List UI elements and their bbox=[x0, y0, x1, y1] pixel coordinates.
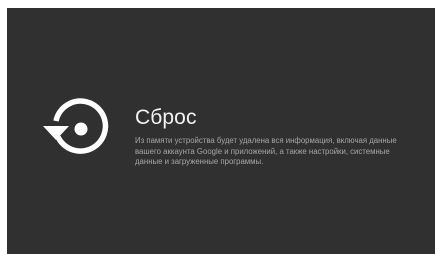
restore-icon bbox=[43, 98, 109, 154]
page-title: Сброс bbox=[135, 106, 197, 129]
description-line: вашего аккаунта Google и приложений, а т… bbox=[135, 146, 390, 156]
reset-content: Сброс Из памяти устройства будет удалена… bbox=[135, 105, 427, 168]
reset-description: Из памяти устройства будет удалена вся и… bbox=[135, 136, 427, 168]
description-line: данные и загруженные программы. bbox=[135, 157, 264, 167]
description-line: Из памяти устройства будет удалена вся и… bbox=[135, 136, 397, 145]
reset-screen: Сброс Из памяти устройства будет удалена… bbox=[7, 8, 435, 254]
